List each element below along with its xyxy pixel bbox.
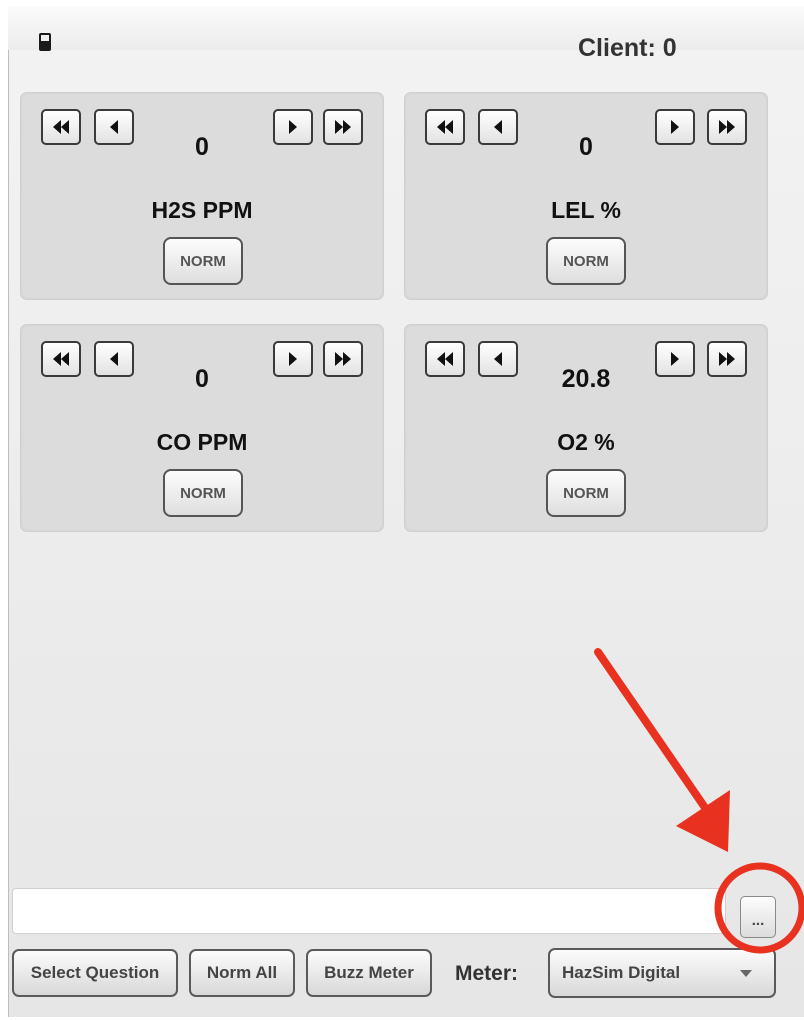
sensor-label: CO PPM bbox=[156, 429, 248, 455]
norm-button[interactable]: NORM bbox=[163, 469, 243, 517]
norm-all-button[interactable]: Norm All bbox=[189, 949, 295, 997]
step-forward-button[interactable] bbox=[655, 109, 695, 145]
meter-dropdown-value: HazSim Digital bbox=[562, 963, 681, 982]
client-label: Client: 0 bbox=[578, 34, 677, 62]
question-path-input[interactable] bbox=[12, 888, 726, 934]
browse-button[interactable]: ... bbox=[740, 896, 776, 938]
fast-forward-icon bbox=[335, 120, 351, 134]
step-forward-icon bbox=[289, 352, 297, 366]
norm-button[interactable]: NORM bbox=[546, 469, 626, 517]
norm-button[interactable]: NORM bbox=[163, 237, 243, 285]
sensor-label: H2S PPM bbox=[151, 197, 253, 223]
fast-forward-icon bbox=[719, 352, 735, 366]
buzz-meter-button[interactable]: Buzz Meter bbox=[306, 949, 432, 997]
norm-button[interactable]: NORM bbox=[546, 237, 626, 285]
fast-forward-icon bbox=[719, 120, 735, 134]
sensor-panel-h2s: 0 H2S PPM NORM bbox=[20, 92, 384, 300]
title-bar bbox=[8, 6, 804, 50]
select-question-button[interactable]: Select Question bbox=[12, 949, 178, 997]
fast-forward-button[interactable] bbox=[323, 341, 363, 377]
step-forward-button[interactable] bbox=[655, 341, 695, 377]
fast-forward-button[interactable] bbox=[707, 341, 747, 377]
fast-forward-button[interactable] bbox=[707, 109, 747, 145]
meter-dropdown[interactable]: HazSim Digital bbox=[548, 948, 776, 998]
device-icon bbox=[39, 33, 51, 51]
sensor-label: LEL % bbox=[551, 197, 621, 223]
fast-forward-button[interactable] bbox=[323, 109, 363, 145]
step-forward-icon bbox=[671, 352, 679, 366]
sensor-label: O2 % bbox=[557, 429, 615, 455]
fast-forward-icon bbox=[335, 352, 351, 366]
step-forward-button[interactable] bbox=[273, 341, 313, 377]
step-forward-icon bbox=[671, 120, 679, 134]
step-forward-icon bbox=[289, 120, 297, 134]
step-forward-button[interactable] bbox=[273, 109, 313, 145]
sensor-panel-o2: 20.8 O2 % NORM bbox=[404, 324, 768, 532]
sensor-panel-co: 0 CO PPM NORM bbox=[20, 324, 384, 532]
meter-label: Meter: bbox=[455, 962, 519, 985]
sensor-panel-lel: 0 LEL % NORM bbox=[404, 92, 768, 300]
chevron-down-icon bbox=[740, 970, 752, 977]
